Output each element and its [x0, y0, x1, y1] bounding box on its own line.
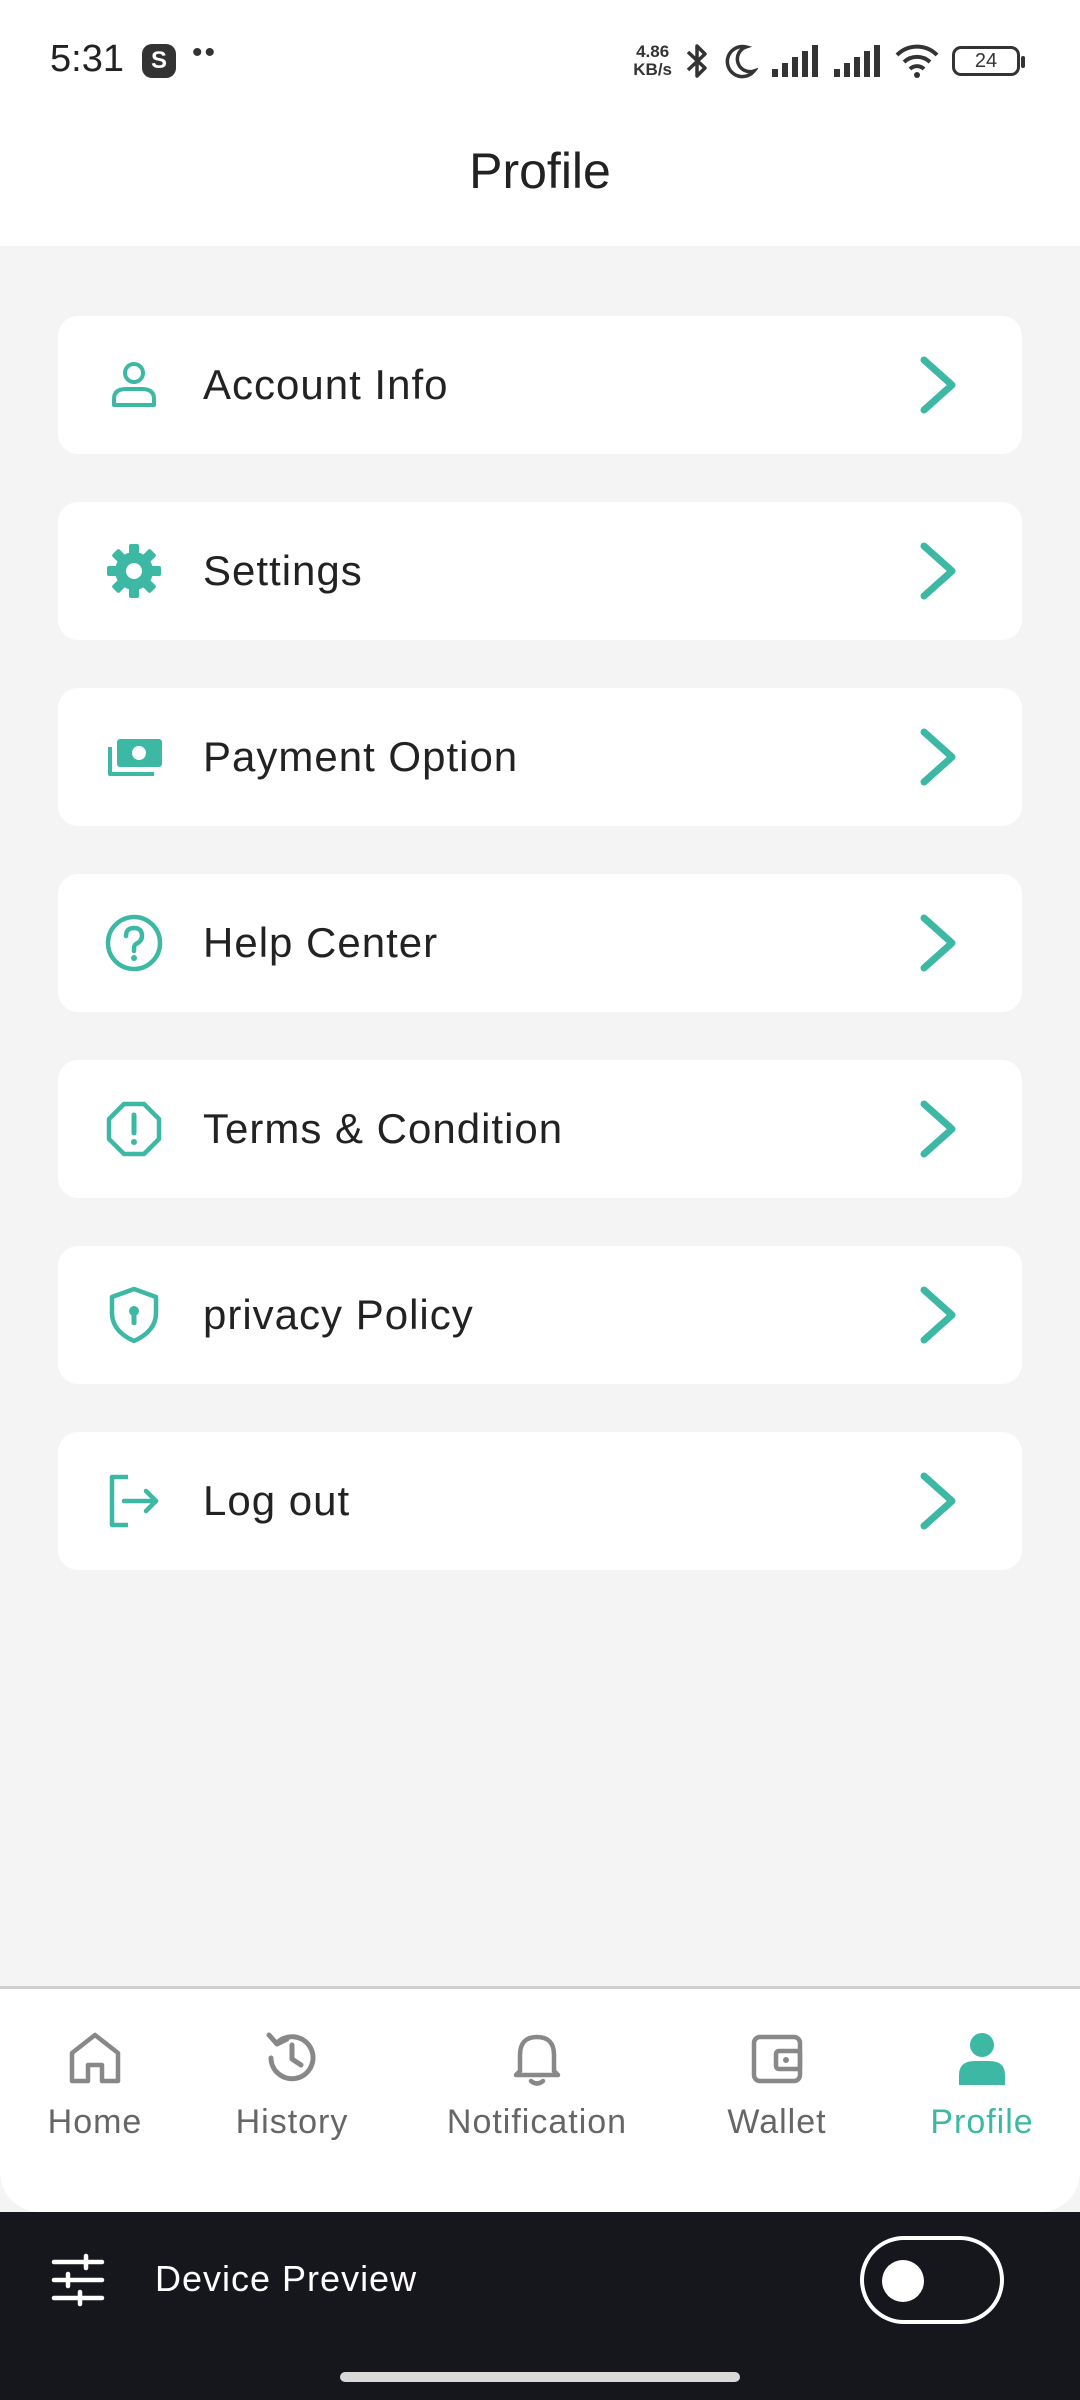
- home-indicator[interactable]: [340, 2372, 740, 2382]
- chevron-right-icon: [920, 914, 956, 972]
- menu-label: Account Info: [203, 361, 449, 408]
- menu-label: Help Center: [203, 919, 439, 966]
- menu-item-help-center[interactable]: Help Center: [58, 874, 1022, 1012]
- nav-label: Profile: [930, 2103, 1034, 2141]
- skype-notification-icon: S: [142, 44, 176, 78]
- chevron-right-icon: [920, 542, 956, 600]
- menu-label: privacy Policy: [203, 1291, 474, 1338]
- device-preview-toggle[interactable]: [860, 2236, 1004, 2324]
- alert-octagon-icon: [106, 1101, 162, 1157]
- bluetooth-icon: [686, 44, 707, 78]
- chevron-right-icon: [920, 1286, 956, 1344]
- page-title: Profile: [469, 143, 611, 199]
- moon-icon: [725, 44, 758, 79]
- gear-icon: [107, 544, 161, 598]
- signal-icon: [834, 45, 880, 77]
- device-preview-label: Device Preview: [155, 2258, 418, 2299]
- menu-item-account-info[interactable]: Account Info: [58, 316, 1022, 454]
- logout-icon: [109, 1474, 159, 1528]
- nav-label: History: [235, 2103, 349, 2141]
- menu-item-privacy-policy[interactable]: privacy Policy: [58, 1246, 1022, 1384]
- menu-item-payment-option[interactable]: Payment Option: [58, 688, 1022, 826]
- status-bar: 5:31 S •• 4.86 KB/s 24: [0, 0, 1080, 122]
- nav-label: Notification: [446, 2103, 628, 2141]
- nav-label: Wallet: [727, 2103, 827, 2141]
- network-speed: 4.86 KB/s: [633, 42, 672, 79]
- chevron-right-icon: [920, 356, 956, 414]
- wallet-icon: [751, 2034, 803, 2084]
- menu-label: Settings: [203, 547, 363, 594]
- toggle-knob: [882, 2260, 924, 2302]
- bell-icon: [513, 2034, 561, 2086]
- battery-icon: 24: [952, 46, 1025, 76]
- chevron-right-icon: [920, 1472, 956, 1530]
- menu-item-log-out[interactable]: Log out: [58, 1432, 1022, 1570]
- menu-label: Log out: [203, 1477, 351, 1524]
- profile-icon: [959, 2033, 1005, 2085]
- nav-profile[interactable]: Profile: [882, 2027, 1080, 2142]
- home-icon: [69, 2032, 121, 2084]
- signal-icon: [772, 45, 818, 77]
- app-header: Profile: [0, 122, 1080, 246]
- nav-wallet[interactable]: Wallet: [677, 2027, 877, 2142]
- history-icon: [266, 2032, 316, 2082]
- wifi-icon: [895, 44, 939, 78]
- money-icon: [108, 739, 162, 776]
- nav-notification[interactable]: Notification: [437, 2027, 637, 2142]
- shield-icon: [109, 1286, 159, 1344]
- more-notifications-icon: ••: [192, 36, 218, 69]
- nav-home[interactable]: Home: [0, 2027, 195, 2142]
- bottom-navigation: Home History Notification Wallet Profile: [0, 1986, 1080, 2212]
- profile-menu: Account Info Settings Payment Option Hel…: [58, 316, 1022, 1618]
- menu-label: Payment Option: [203, 733, 519, 780]
- person-icon: [112, 362, 156, 407]
- chevron-right-icon: [920, 1100, 956, 1158]
- help-circle-icon: [105, 914, 163, 972]
- status-icons: 4.86 KB/s 24: [633, 38, 1025, 84]
- menu-label: Terms & Condition: [203, 1105, 564, 1152]
- menu-item-settings[interactable]: Settings: [58, 502, 1022, 640]
- nav-label: Home: [47, 2103, 143, 2141]
- nav-history[interactable]: History: [192, 2027, 392, 2142]
- sliders-icon[interactable]: [50, 2252, 106, 2308]
- status-time: 5:31: [50, 38, 124, 80]
- menu-item-terms[interactable]: Terms & Condition: [58, 1060, 1022, 1198]
- chevron-right-icon: [920, 728, 956, 786]
